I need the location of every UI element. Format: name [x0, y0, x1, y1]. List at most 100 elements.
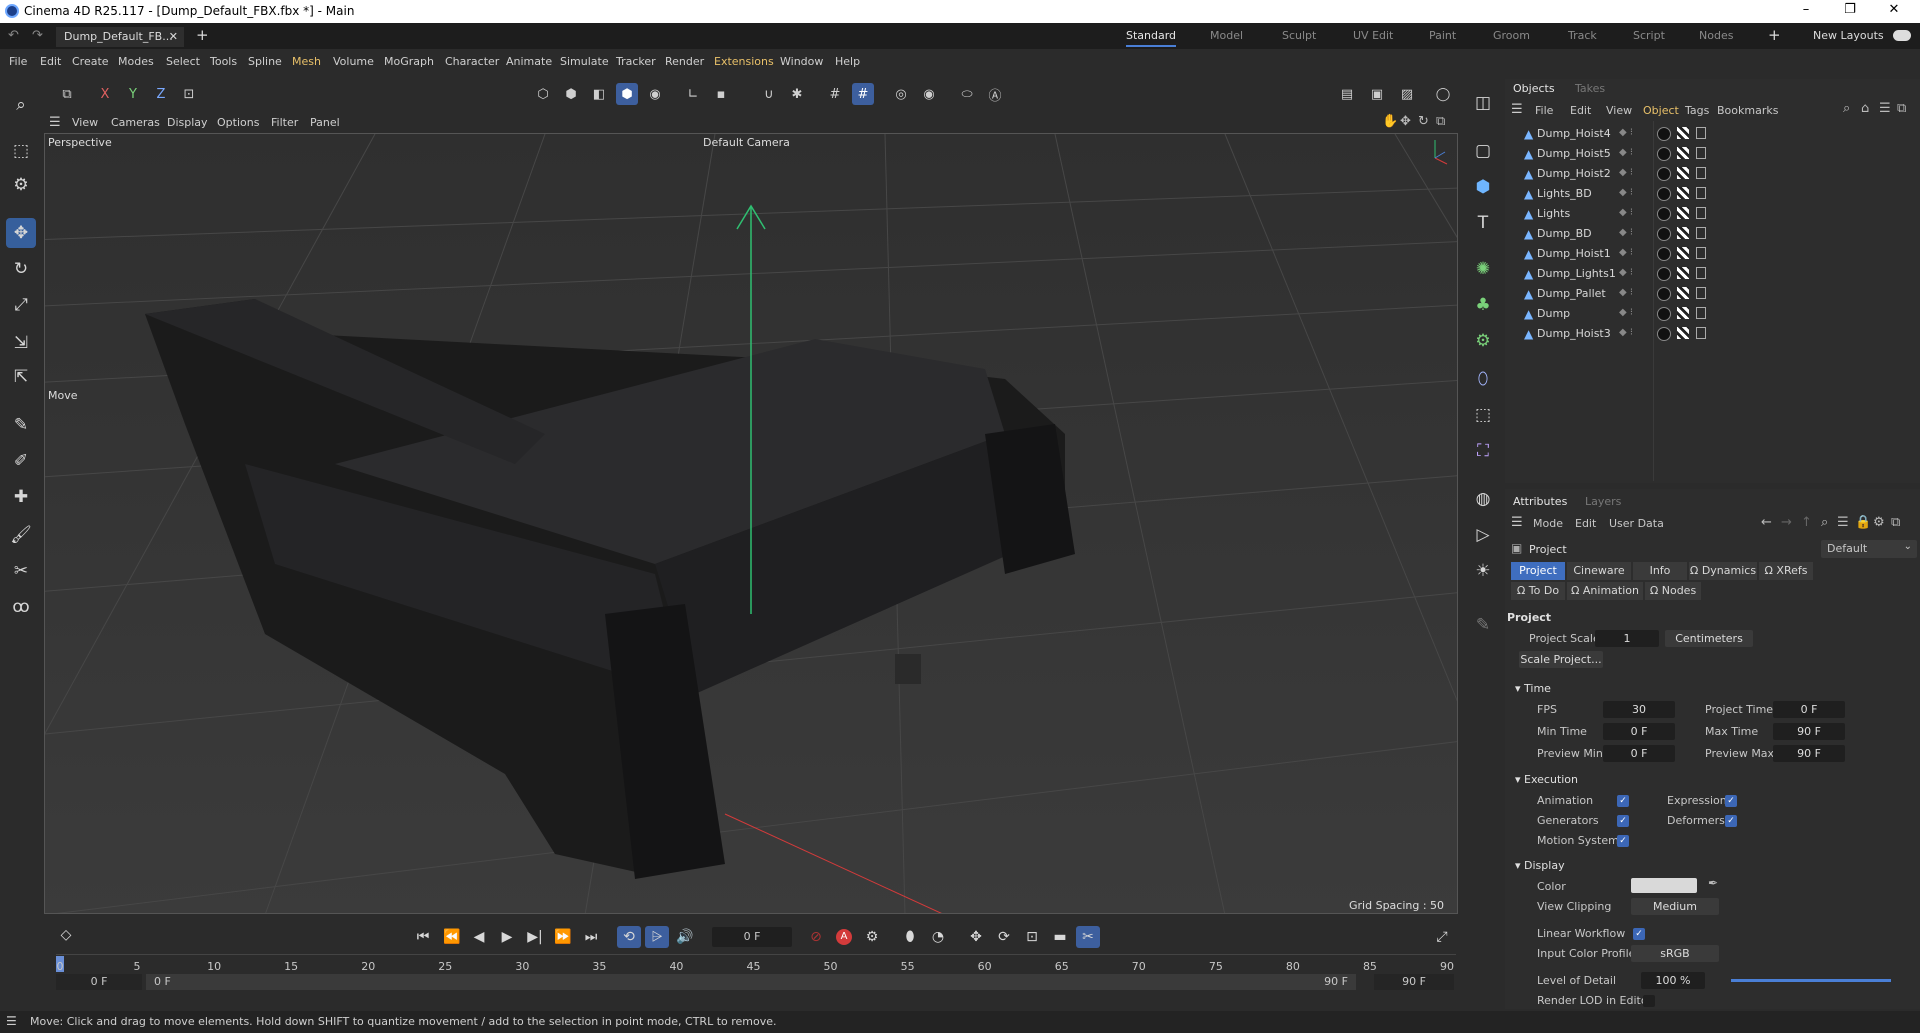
- project-units-dropdown[interactable]: Centimeters: [1665, 630, 1753, 647]
- subtab-xrefs[interactable]: Ω XRefs: [1759, 562, 1813, 580]
- symmetry-icon[interactable]: ◉: [918, 83, 940, 105]
- tab-objects[interactable]: Objects: [1513, 82, 1555, 95]
- generators-checkbox[interactable]: ✓: [1617, 815, 1629, 827]
- layout-tab-paint[interactable]: Paint: [1429, 29, 1456, 42]
- play-icon[interactable]: ▶: [495, 926, 519, 948]
- key-param-icon[interactable]: ⟳: [992, 926, 1016, 948]
- timeline-settings-icon[interactable]: ▬: [1048, 926, 1072, 948]
- phong-tag-icon[interactable]: [1696, 307, 1706, 319]
- record-active-icon[interactable]: ⊘: [804, 926, 828, 948]
- menu-character[interactable]: Character: [445, 55, 499, 68]
- range-start-field[interactable]: 0 F: [56, 974, 142, 990]
- phong-tag-icon[interactable]: [1696, 187, 1706, 199]
- view-clipping-dropdown[interactable]: Medium: [1631, 898, 1719, 915]
- menu-mograph[interactable]: MoGraph: [384, 55, 434, 68]
- dolly-view-icon[interactable]: ✥: [1400, 114, 1411, 129]
- object-filter-icon[interactable]: ☰: [1879, 101, 1891, 116]
- add-document-icon[interactable]: +: [196, 26, 209, 44]
- grid-snap-icon[interactable]: #: [824, 83, 846, 105]
- material-tag-icon[interactable]: [1657, 327, 1671, 341]
- menu-tracker[interactable]: Tracker: [616, 55, 656, 68]
- tab-attributes[interactable]: Attributes: [1513, 495, 1567, 508]
- attr-filter-icon[interactable]: ☰: [1837, 515, 1849, 530]
- tab-layers[interactable]: Layers: [1585, 495, 1621, 508]
- viewport-hamburger-icon[interactable]: ☰: [49, 115, 61, 130]
- subtab-animation[interactable]: Ω Animation: [1567, 582, 1643, 600]
- menu-help[interactable]: Help: [835, 55, 860, 68]
- menu-animate[interactable]: Animate: [506, 55, 552, 68]
- object-menu-bookmarks[interactable]: Bookmarks: [1717, 104, 1778, 117]
- pan-view-icon[interactable]: ✋: [1382, 114, 1398, 129]
- minimize-button[interactable]: –: [1784, 2, 1828, 21]
- maximize-button[interactable]: ❐: [1828, 2, 1872, 21]
- menu-edit[interactable]: Edit: [40, 55, 61, 68]
- eyedropper-icon[interactable]: ✒: [1708, 876, 1718, 890]
- visibility-dots-icon[interactable]: ◆ ⁝: [1619, 307, 1633, 318]
- material-tag-icon[interactable]: [1657, 227, 1671, 241]
- linear-workflow-checkbox[interactable]: ✓: [1633, 928, 1645, 940]
- go-to-start-icon[interactable]: ⏮: [411, 926, 435, 948]
- phong-tag-icon[interactable]: [1696, 227, 1706, 239]
- menu-create[interactable]: Create: [72, 55, 109, 68]
- object-menu-view[interactable]: View: [1606, 104, 1632, 117]
- menu-volume[interactable]: Volume: [333, 55, 374, 68]
- paint-material-icon[interactable]: ✎: [1468, 610, 1498, 640]
- playback-rate-icon[interactable]: ⩥: [645, 926, 669, 948]
- object-menu-file[interactable]: File: [1535, 104, 1553, 117]
- menu-extensions[interactable]: Extensions: [714, 55, 774, 68]
- camera-icon[interactable]: ▷: [1468, 520, 1498, 550]
- phong-tag-icon[interactable]: [1696, 127, 1706, 139]
- subtab-cineware[interactable]: Cineware: [1567, 562, 1631, 580]
- layout-tab-nodes[interactable]: Nodes: [1699, 29, 1733, 42]
- layout-tab-model[interactable]: Model: [1210, 29, 1243, 42]
- spline-rectangle-icon[interactable]: ▢: [1468, 136, 1498, 166]
- viewport-scene[interactable]: [45, 134, 1458, 914]
- phong-tag-icon[interactable]: [1696, 167, 1706, 179]
- key-position-icon[interactable]: ⬮: [898, 926, 922, 948]
- object-row[interactable]: ▲ Lights_BD ◆ ⁝: [1514, 184, 1914, 204]
- select-tool-icon[interactable]: ⬚: [6, 136, 36, 166]
- render-picture-viewer-icon[interactable]: ▣: [1366, 83, 1388, 105]
- keyframe-diamond-icon[interactable]: ◇: [54, 924, 78, 946]
- up-arrow-icon[interactable]: ↑: [1801, 515, 1812, 530]
- character-tools-icon[interactable]: ✚: [6, 482, 36, 512]
- range-end-field[interactable]: 90 F: [1374, 974, 1454, 990]
- timeline-window-icon[interactable]: ⤢: [1430, 926, 1454, 948]
- polygons-mode-icon[interactable]: ◧: [588, 83, 610, 105]
- key-rotation-icon[interactable]: ◔: [926, 926, 950, 948]
- undo-icon[interactable]: ↶: [8, 28, 19, 43]
- next-frame-icon[interactable]: ▶|: [523, 926, 547, 948]
- object-row[interactable]: ▲ Dump_Hoist4 ◆ ⁝: [1514, 124, 1914, 144]
- sound-icon[interactable]: 🔊: [673, 926, 697, 948]
- move-tool-icon[interactable]: ✥: [6, 218, 36, 248]
- project-time-field[interactable]: 0 F: [1773, 701, 1845, 718]
- object-menu-edit[interactable]: Edit: [1570, 104, 1591, 117]
- texture-tag-icon[interactable]: [1677, 307, 1689, 319]
- object-menu-tags[interactable]: Tags: [1685, 104, 1709, 117]
- phong-tag-icon[interactable]: [1696, 327, 1706, 339]
- lock-workplane-icon[interactable]: Ⓐ: [984, 83, 1006, 105]
- camera-object-icon[interactable]: ◫: [1468, 88, 1498, 118]
- quantize-icon[interactable]: #: [852, 83, 874, 105]
- naming-tool-icon[interactable]: ⬭: [956, 83, 978, 105]
- viewport-menu-cameras[interactable]: Cameras: [111, 116, 160, 129]
- attr-new-window-icon[interactable]: ⧉: [1891, 515, 1900, 530]
- material-tag-icon[interactable]: [1657, 167, 1671, 181]
- scale-project-button[interactable]: Scale Project...: [1519, 651, 1603, 668]
- close-document-icon[interactable]: ✕: [169, 30, 178, 43]
- min-time-field[interactable]: 0 F: [1603, 723, 1675, 740]
- attr-settings-icon[interactable]: ⚙: [1873, 515, 1885, 530]
- texture-tag-icon[interactable]: [1677, 247, 1689, 259]
- attr-lock-icon[interactable]: 🔒: [1855, 515, 1871, 530]
- preview-min-field[interactable]: 0 F: [1603, 745, 1675, 762]
- polygon-pen-icon[interactable]: ꝏ: [6, 592, 36, 622]
- menu-mesh[interactable]: Mesh: [292, 55, 321, 68]
- max-time-field[interactable]: 90 F: [1773, 723, 1845, 740]
- object-row[interactable]: ▲ Dump_BD ◆ ⁝: [1514, 224, 1914, 244]
- texture-tag-icon[interactable]: [1677, 207, 1689, 219]
- loop-icon[interactable]: ⟲: [617, 926, 641, 948]
- viewport-menu-options[interactable]: Options: [217, 116, 259, 129]
- object-row[interactable]: ▲ Dump_Hoist2 ◆ ⁝: [1514, 164, 1914, 184]
- range-slider[interactable]: 0 F 90 F: [146, 974, 1356, 990]
- object-row[interactable]: ▲ Dump ◆ ⁝: [1514, 304, 1914, 324]
